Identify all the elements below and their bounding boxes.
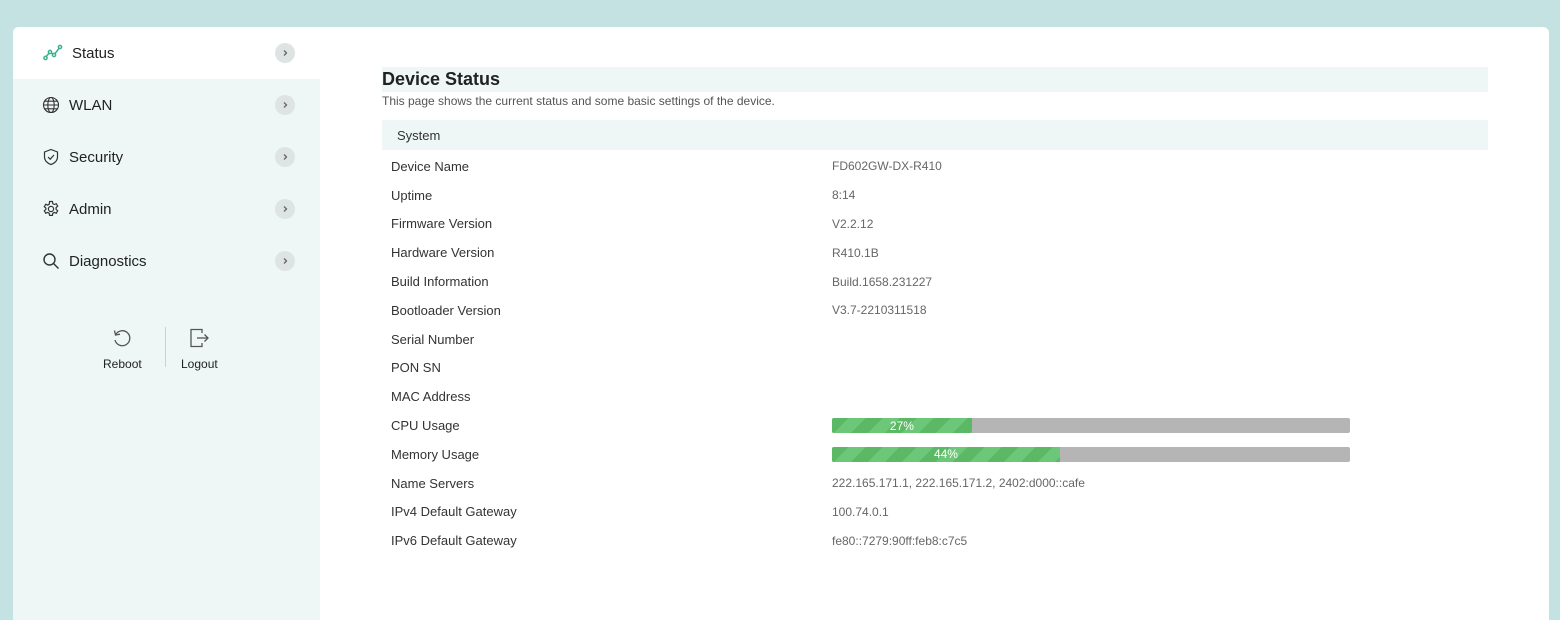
sidebar-item-security[interactable]: Security xyxy=(13,131,320,183)
table-row: Uptime 8:14 xyxy=(382,181,1488,210)
logout-icon xyxy=(188,327,210,354)
row-label: Memory Usage xyxy=(391,446,480,462)
page-description: This page shows the current status and s… xyxy=(382,94,775,108)
table-row: MAC Address xyxy=(382,382,1488,411)
sidebar-item-label: Diagnostics xyxy=(69,252,147,270)
sidebar-item-label: WLAN xyxy=(69,96,113,114)
chevron-right-icon xyxy=(275,43,295,63)
actions-divider xyxy=(165,327,166,367)
row-label: Uptime xyxy=(391,187,433,203)
memory-usage-text: 44% xyxy=(933,447,958,462)
sidebar-item-label: Status xyxy=(72,44,115,62)
row-label: Name Servers xyxy=(391,475,475,491)
table-row: Memory Usage 44% xyxy=(382,440,1488,469)
table-row: CPU Usage 27% xyxy=(382,411,1488,440)
sidebar-item-label: Security xyxy=(69,148,124,166)
table-row: Hardware Version R410.1B xyxy=(382,238,1488,267)
logout-button[interactable]: Logout xyxy=(181,327,218,371)
row-label: Serial Number xyxy=(391,331,475,347)
chevron-right-icon xyxy=(275,199,295,219)
table-row: Serial Number xyxy=(382,325,1488,354)
restart-icon xyxy=(111,327,133,354)
page-title-bar: Device Status xyxy=(382,67,1488,92)
status-table: Device Name FD602GW-DX-R410 Uptime 8:14 … xyxy=(382,152,1488,555)
row-label: PON SN xyxy=(391,360,441,376)
chevron-right-icon xyxy=(275,147,295,167)
table-row: Device Name FD602GW-DX-R410 xyxy=(382,152,1488,181)
row-value: FD602GW-DX-R410 xyxy=(832,159,942,174)
reboot-button[interactable]: Reboot xyxy=(103,327,142,371)
section-header-system: System xyxy=(382,120,1488,150)
search-icon xyxy=(41,251,61,271)
chart-line-icon xyxy=(43,43,63,63)
logout-label: Logout xyxy=(181,357,218,371)
row-label: Bootloader Version xyxy=(391,302,501,318)
session-actions: Reboot Logout xyxy=(103,327,233,371)
sidebar-item-status[interactable]: Status xyxy=(13,27,320,79)
table-row: PON SN xyxy=(382,354,1488,383)
row-value: 8:14 xyxy=(832,188,856,203)
chevron-right-icon xyxy=(275,95,295,115)
row-value: Build.1658.231227 xyxy=(832,274,933,289)
page-title: Device Status xyxy=(382,69,501,89)
row-label: Device Name xyxy=(391,158,470,174)
row-value: 100.74.0.1 xyxy=(832,504,889,519)
content-area: Device Status This page shows the curren… xyxy=(382,67,1488,555)
reboot-label: Reboot xyxy=(103,357,142,371)
shield-icon xyxy=(41,147,61,167)
gear-icon xyxy=(41,199,61,219)
row-value: 222.165.171.1, 222.165.171.2, 2402:d000:… xyxy=(832,476,1085,491)
chevron-right-icon xyxy=(275,251,295,271)
main-panel: Status WLAN Security Admin Diagnostics R… xyxy=(13,27,1549,620)
row-value: V3.7-2210311518 xyxy=(832,303,927,318)
row-label: Build Information xyxy=(391,274,489,290)
table-row: Name Servers 222.165.171.1, 222.165.171.… xyxy=(382,469,1488,498)
globe-icon xyxy=(41,95,61,115)
row-value: R410.1B xyxy=(832,245,879,260)
sidebar: Status WLAN Security Admin Diagnostics R… xyxy=(13,27,320,620)
row-label: IPv6 Default Gateway xyxy=(391,533,517,549)
row-label: Firmware Version xyxy=(391,216,493,232)
memory-usage-bar: 44% xyxy=(832,446,1350,462)
sidebar-item-wlan[interactable]: WLAN xyxy=(13,79,320,131)
table-row: IPv4 Default Gateway 100.74.0.1 xyxy=(382,498,1488,527)
row-label: Hardware Version xyxy=(391,245,495,261)
table-row: Bootloader Version V3.7-2210311518 xyxy=(382,296,1488,325)
row-value: V2.2.12 xyxy=(832,216,874,231)
cpu-usage-text: 27% xyxy=(889,418,914,433)
table-row: Firmware Version V2.2.12 xyxy=(382,210,1488,239)
table-row: IPv6 Default Gateway fe80::7279:90ff:feb… xyxy=(382,526,1488,555)
cpu-usage-bar: 27% xyxy=(832,418,1350,434)
sidebar-item-label: Admin xyxy=(69,200,112,218)
memory-usage-fill: 44% xyxy=(832,446,1060,462)
sidebar-item-admin[interactable]: Admin xyxy=(13,183,320,235)
row-label: CPU Usage xyxy=(391,418,460,434)
row-label: MAC Address xyxy=(391,389,471,405)
table-row: Build Information Build.1658.231227 xyxy=(382,267,1488,296)
cpu-usage-fill: 27% xyxy=(832,418,972,434)
row-label: IPv4 Default Gateway xyxy=(391,504,517,520)
sidebar-item-diagnostics[interactable]: Diagnostics xyxy=(13,235,320,287)
row-value: fe80::7279:90ff:feb8:c7c5 xyxy=(832,533,968,548)
